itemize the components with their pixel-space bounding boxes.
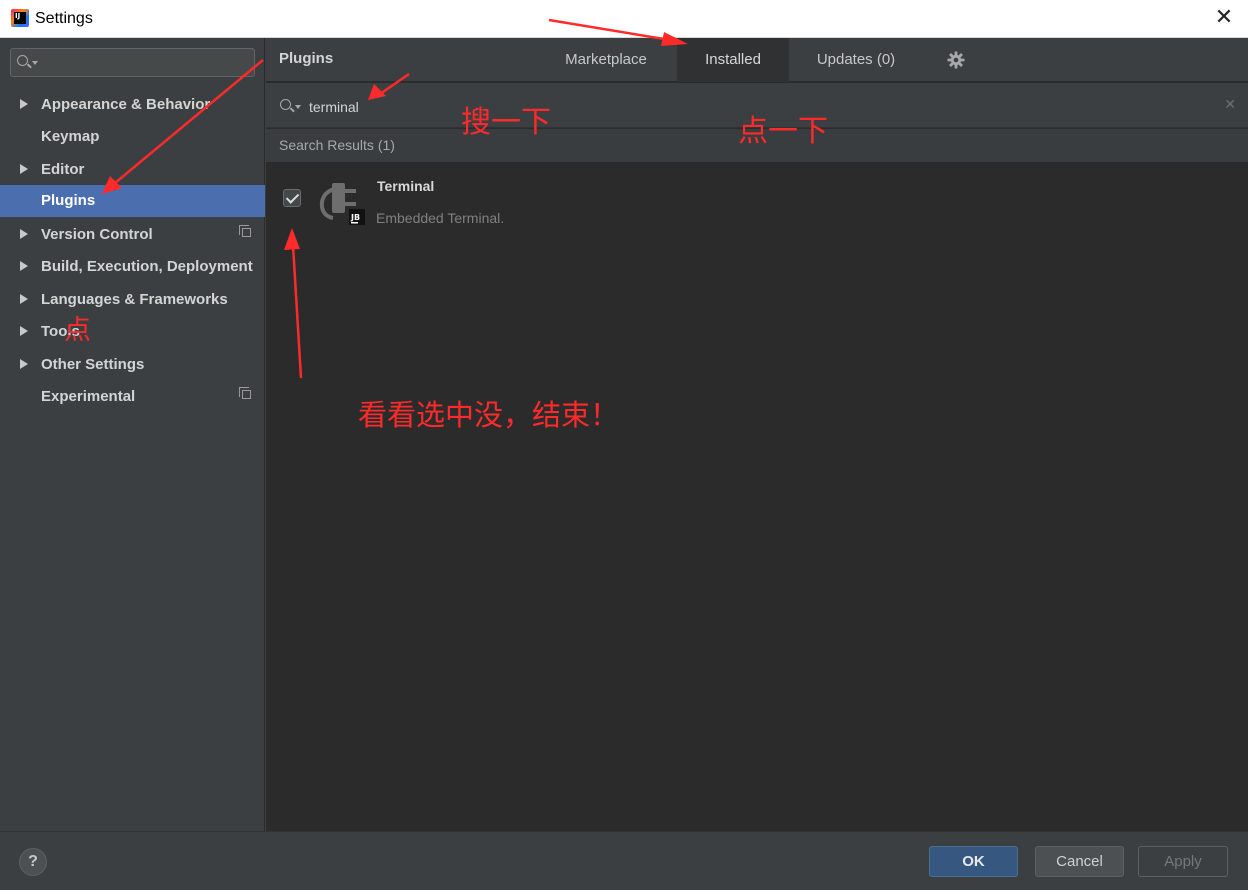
chevron-down-icon: [295, 105, 301, 109]
dialog-footer: ? OK Cancel Apply: [0, 831, 1248, 890]
expand-arrow-icon[interactable]: [20, 359, 28, 369]
sidebar-item-tools[interactable]: Tools: [0, 316, 265, 348]
annotation-search-note: 搜一下: [461, 105, 551, 140]
sidebar-item-label: Version Control: [41, 226, 153, 243]
sidebar-item-label: Experimental: [41, 388, 136, 405]
search-icon: [280, 99, 291, 110]
expand-arrow-icon[interactable]: [20, 229, 28, 239]
intellij-logo-icon: IJ: [11, 9, 29, 27]
annotation-check-note: 看看选中没，结束！: [358, 398, 620, 432]
plugin-description: Embedded Terminal.: [376, 210, 505, 226]
plugin-enabled-checkbox[interactable]: [283, 189, 301, 207]
sidebar-item-keymap[interactable]: Keymap: [0, 121, 265, 153]
sidebar-item-build-execution-deployment[interactable]: Build, Execution, Deployment: [0, 251, 265, 283]
title-bar: IJ Settings ✕: [0, 0, 1248, 38]
gear-icon[interactable]: [947, 51, 965, 69]
page-title: Plugins: [279, 50, 334, 67]
tab-marketplace[interactable]: Marketplace: [556, 38, 656, 82]
sidebar-item-label: Keymap: [41, 128, 100, 145]
annotation-click-tab-note: 点一下: [738, 114, 828, 149]
sidebar-item-label: Build, Execution, Deployment: [41, 258, 253, 275]
expand-arrow-icon[interactable]: [20, 294, 28, 304]
expand-arrow-icon[interactable]: [20, 99, 28, 109]
sidebar-item-plugins[interactable]: Plugins: [0, 185, 265, 217]
expand-arrow-icon[interactable]: [20, 261, 28, 271]
help-button[interactable]: ?: [19, 848, 47, 876]
sidebar-item-label: Plugins: [41, 192, 96, 209]
settings-sidebar: Appearance & Behavior Keymap Editor Plug…: [0, 38, 265, 831]
sidebar-search-input[interactable]: [10, 48, 255, 77]
sidebar-item-label: Other Settings: [41, 356, 145, 373]
plugins-header: Plugins Marketplace Installed Updates (0…: [266, 38, 1248, 82]
plug-icon: JB: [319, 183, 365, 225]
ok-button[interactable]: OK: [929, 846, 1018, 877]
tab-installed[interactable]: Installed: [677, 38, 789, 82]
project-level-copy-icon: [239, 387, 251, 399]
sidebar-item-label: Languages & Frameworks: [41, 291, 228, 308]
search-icon: [17, 55, 28, 66]
project-level-copy-icon: [239, 225, 251, 237]
plugin-list-item[interactable]: JB Terminal Embedded Terminal.: [266, 162, 1248, 232]
search-results-label: Search Results (1): [279, 137, 395, 153]
annotation-click-plugins-note: 点: [64, 315, 91, 346]
expand-arrow-icon[interactable]: [20, 326, 28, 336]
tab-updates[interactable]: Updates (0): [806, 38, 906, 82]
sidebar-item-other-settings[interactable]: Other Settings: [0, 349, 265, 381]
sidebar-item-languages-frameworks[interactable]: Languages & Frameworks: [0, 284, 265, 316]
expand-arrow-icon[interactable]: [20, 164, 28, 174]
plugins-panel: Plugins Marketplace Installed Updates (0…: [266, 38, 1248, 831]
apply-button[interactable]: Apply: [1138, 846, 1228, 877]
sidebar-item-label: Appearance & Behavior: [41, 96, 211, 113]
chevron-down-icon: [32, 61, 38, 65]
cancel-button[interactable]: Cancel: [1035, 846, 1124, 877]
sidebar-item-appearance-behavior[interactable]: Appearance & Behavior: [0, 89, 265, 121]
plugin-name[interactable]: Terminal: [377, 178, 434, 194]
close-window-button[interactable]: ✕: [1212, 6, 1236, 30]
jetbrains-badge: JB: [350, 213, 360, 222]
sidebar-item-label: Editor: [41, 161, 85, 178]
sidebar-item-editor[interactable]: Editor: [0, 154, 265, 186]
clear-search-icon[interactable]: ✕: [1224, 97, 1236, 113]
sidebar-item-version-control[interactable]: Version Control: [0, 219, 265, 251]
window-title: Settings: [35, 10, 93, 27]
sidebar-item-experimental[interactable]: Experimental: [0, 381, 265, 413]
